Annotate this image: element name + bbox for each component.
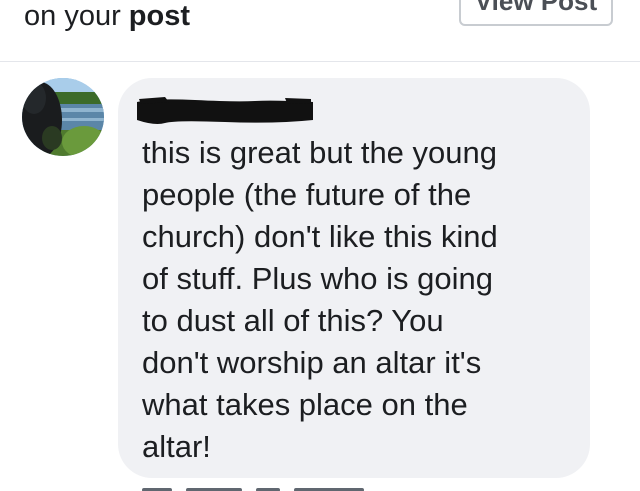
profile-photo-river-icon: [22, 78, 104, 156]
comment-actions-cutoff: [142, 484, 402, 491]
comment-line: church) don't like this kind: [142, 219, 498, 254]
comment-line: don't worship an altar it's: [142, 345, 482, 380]
notification-post-word: post: [128, 0, 191, 32]
comment-text: this is great but the young people (the …: [142, 132, 582, 468]
avatar[interactable]: [22, 78, 104, 156]
notification-text: on your post: [24, 0, 190, 36]
comment-line: people (the future of the: [142, 177, 472, 212]
view-post-label: View Post: [474, 0, 598, 16]
comment-screen: on your post View Post this is great but…: [0, 0, 640, 491]
comment-line: of stuff. Plus who is going: [142, 261, 493, 296]
redacted-author-name: [137, 97, 313, 124]
divider: [0, 61, 640, 62]
comment-line: altar!: [142, 429, 211, 464]
comment-line: to dust all of this? You: [142, 303, 444, 338]
comment-line: what takes place on the: [142, 387, 468, 422]
notification-prefix: on your: [24, 0, 121, 32]
comment-line: this is great but the young: [142, 135, 498, 170]
view-post-button[interactable]: View Post: [459, 0, 613, 26]
